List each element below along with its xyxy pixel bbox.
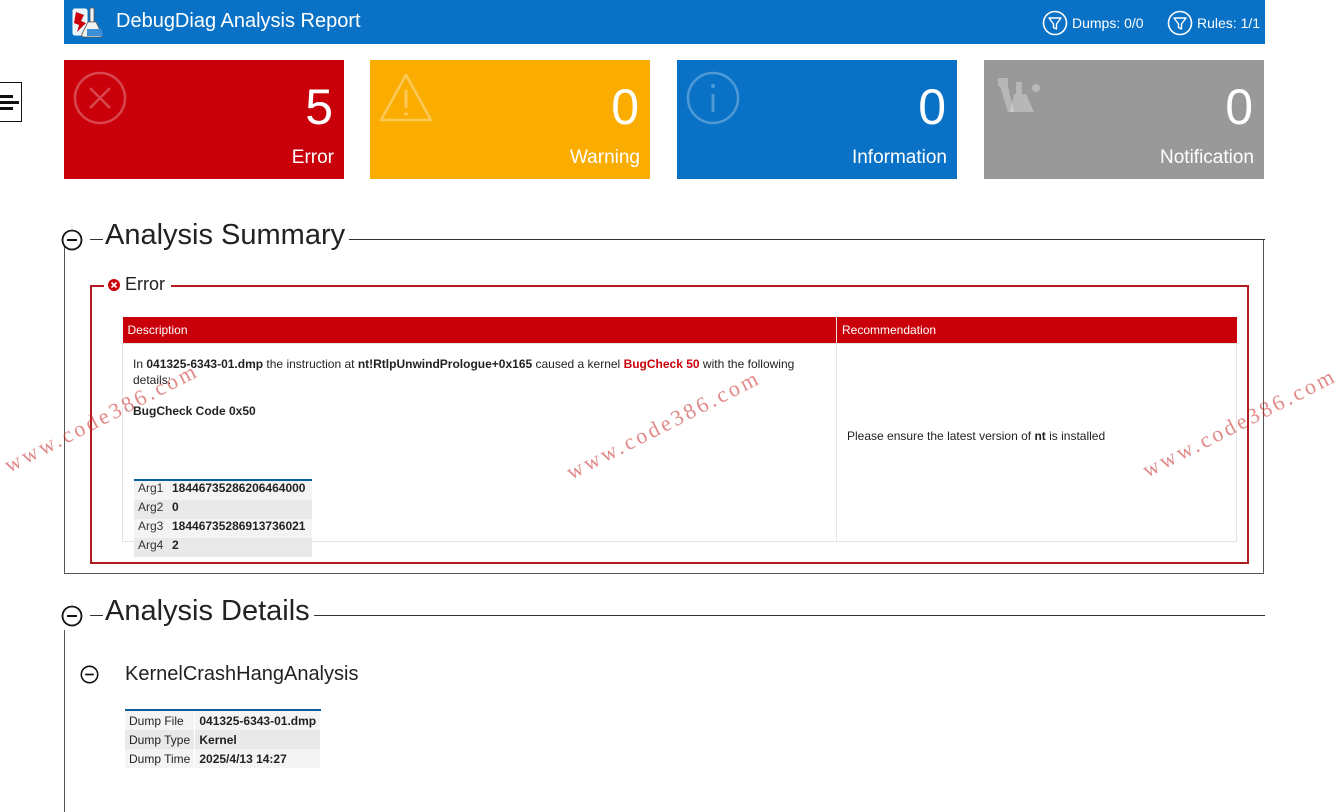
dump-info-table: Dump File 041325-6343-01.dmp Dump Type K…: [125, 709, 322, 768]
kernel-crash-hang-analysis-title: KernelCrashHangAnalysis: [125, 663, 359, 685]
error-small-icon: [108, 278, 120, 291]
table-row: Arg2 0: [134, 500, 312, 519]
module-name: nt: [1034, 429, 1046, 443]
menu-toggle-button[interactable]: [0, 82, 22, 122]
text-fragment: Please ensure the latest version of: [847, 429, 1035, 443]
arg-key: Arg1: [134, 480, 168, 500]
information-tile[interactable]: 0 Information: [677, 60, 957, 179]
error-circle-icon: [73, 71, 127, 125]
details-left-border: [64, 630, 65, 812]
description-header: Description: [122, 317, 837, 344]
dump-info-value: 2025/4/13 14:27: [194, 749, 322, 768]
error-results-table: Description Recommendation In 041325-634…: [122, 317, 1237, 557]
collapse-icon[interactable]: [61, 229, 83, 251]
filter-icon: [1167, 10, 1193, 36]
arg-value: 18446735286913736021: [168, 519, 312, 538]
recommendation-cell: Please ensure the latest version of nt i…: [836, 343, 1237, 542]
information-tile-label: Information: [851, 147, 947, 168]
warning-tile[interactable]: 0 Warning: [370, 60, 650, 179]
rules-filter-button[interactable]: Rules: 1/1: [1167, 10, 1260, 36]
menu-line: [0, 101, 19, 104]
notification-count: 0: [1225, 79, 1253, 135]
collapse-icon[interactable]: [80, 665, 99, 684]
arg-value: 2: [168, 538, 312, 557]
table-row: Dump Time 2025/4/13 14:27: [125, 749, 322, 768]
dump-info-value: Kernel: [194, 730, 322, 749]
table-row: In 041325-6343-01.dmp the instruction at…: [122, 343, 1237, 557]
notification-tile[interactable]: 0 Notification: [984, 60, 1264, 179]
dump-file-name: 041325-6343-01.dmp: [146, 357, 264, 371]
recommendation-header: Recommendation: [836, 317, 1237, 344]
text-fragment: is installed: [1045, 429, 1106, 443]
table-row: Arg4 2: [134, 538, 312, 557]
information-count: 0: [918, 79, 946, 135]
dump-info-key: Dump Time: [125, 749, 196, 768]
analysis-details-title: Analysis Details: [103, 595, 314, 628]
debugdiag-logo-icon: [72, 7, 103, 38]
text-fragment: In: [133, 357, 147, 371]
analysis-summary-title: Analysis Summary: [103, 219, 350, 252]
instruction-address: nt!RtlpUnwindPrologue+0x165: [357, 357, 533, 371]
arg-key: Arg2: [134, 500, 168, 519]
arg-value: 0: [168, 500, 312, 519]
table-row: Arg1 18446735286206464000: [134, 480, 312, 500]
report-header: DebugDiag Analysis Report Dumps: 0/0 Rul…: [64, 0, 1265, 44]
report-page: DebugDiag Analysis Report Dumps: 0/0 Rul…: [0, 0, 1344, 812]
dumps-filter-label: Dumps: 0/0: [1072, 15, 1144, 31]
filter-icon: [1042, 10, 1068, 36]
text-fragment: caused a kernel: [532, 357, 624, 371]
text-fragment: the instruction at: [263, 357, 358, 371]
information-circle-icon: [686, 71, 740, 125]
table-row: Dump Type Kernel: [125, 730, 322, 749]
rules-filter-label: Rules: 1/1: [1197, 15, 1261, 31]
collapse-icon[interactable]: [61, 605, 83, 627]
recommendation-text: Please ensure the latest version of nt i…: [847, 429, 1105, 443]
dump-info-key: Dump Type: [125, 730, 196, 749]
dumps-filter-button[interactable]: Dumps: 0/0: [1042, 10, 1144, 36]
bugcheck-label: BugCheck 50: [623, 357, 700, 371]
warning-count: 0: [611, 79, 639, 135]
error-tile-label: Error: [291, 147, 334, 168]
description-cell: In 041325-6343-01.dmp the instruction at…: [122, 343, 837, 557]
error-tile[interactable]: 5 Error: [64, 60, 344, 179]
bugcheck-code: BugCheck Code 0x50: [133, 404, 256, 418]
error-count: 5: [305, 79, 333, 135]
description-text: In 041325-6343-01.dmp the instruction at…: [133, 356, 823, 388]
arg-value: 18446735286206464000: [168, 480, 312, 500]
arg-key: Arg3: [134, 519, 168, 538]
notification-tile-label: Notification: [1160, 147, 1254, 168]
table-row: Arg3 18446735286913736021: [134, 519, 312, 538]
notification-tools-icon: [998, 78, 1040, 112]
dump-info-key: Dump File: [125, 710, 196, 730]
menu-line: [0, 107, 13, 110]
report-title: DebugDiag Analysis Report: [116, 10, 361, 32]
warning-tile-label: Warning: [569, 147, 640, 168]
arg-key: Arg4: [134, 538, 168, 557]
error-group-legend: Error: [104, 274, 171, 295]
menu-line: [0, 95, 13, 98]
table-row: Dump File 041325-6343-01.dmp: [125, 710, 322, 730]
error-group-label: Error: [125, 274, 165, 294]
dump-info-value: 041325-6343-01.dmp: [194, 710, 322, 730]
bugcheck-args-table: Arg1 18446735286206464000 Arg2 0 Arg3 18…: [134, 479, 312, 557]
warning-triangle-icon: [379, 73, 433, 122]
